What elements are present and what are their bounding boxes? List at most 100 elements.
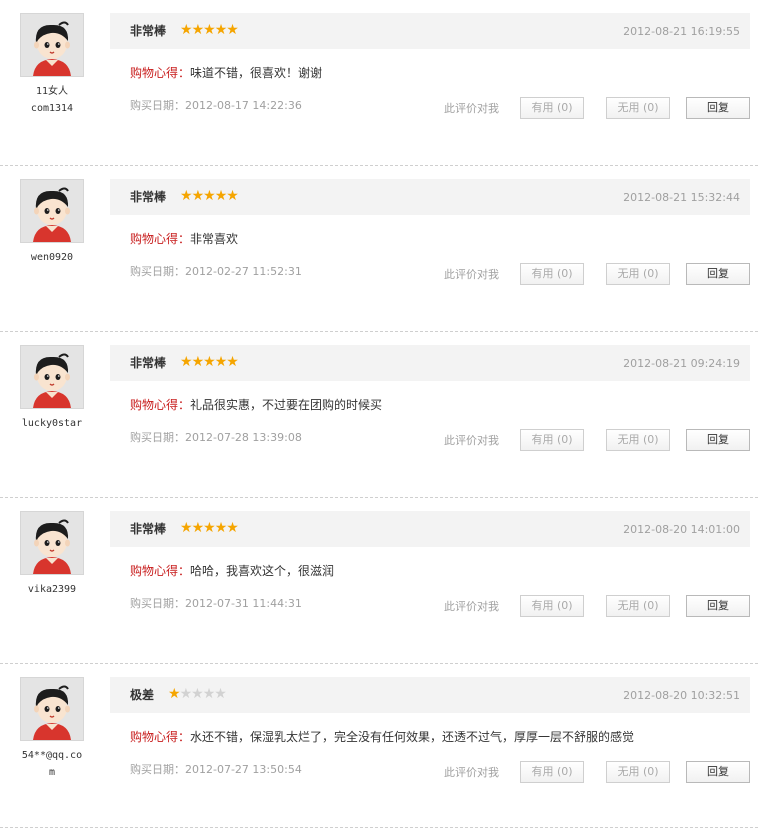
purchase-date-label: 购买日期： [130, 99, 185, 112]
review-item: 11女人 com1314 非常棒 ★★★★★ 2012-08-21 16:19:… [0, 0, 758, 166]
star-filled-icon: ★ [226, 22, 239, 38]
rating-label: 非常棒 [130, 522, 167, 536]
star-empty-icon: ★ [191, 686, 204, 702]
purchase-date: 购买日期：2012-07-28 13:39:08 [130, 431, 302, 445]
useless-count: (0) [642, 267, 659, 280]
avatar-illustration [21, 346, 83, 408]
star-filled-icon: ★ [191, 22, 205, 38]
review-header: 非常棒 ★★★★★ 2012-08-21 16:19:55 [110, 13, 750, 49]
reply-button[interactable]: 回复 [686, 263, 750, 285]
review-content: 购物心得：礼品很实惠，不过要在团购的时候买 [130, 398, 382, 412]
username[interactable]: vika2399 [10, 581, 94, 598]
experience-label: 购物心得： [130, 398, 191, 412]
user-avatar[interactable] [20, 677, 84, 741]
purchase-date: 购买日期：2012-02-27 11:52:31 [130, 265, 302, 279]
useful-count: (0) [556, 765, 573, 778]
star-filled-icon: ★ [180, 22, 193, 38]
username[interactable]: lucky0star [10, 415, 94, 432]
review-list: 11女人 com1314 非常棒 ★★★★★ 2012-08-21 16:19:… [0, 0, 758, 828]
purchase-date: 购买日期：2012-07-31 11:44:31 [130, 597, 302, 611]
purchase-date-value: 2012-07-31 11:44:31 [185, 597, 302, 610]
rating-label: 非常棒 [130, 190, 167, 204]
review-text: 水还不错，保湿乳太烂了，完全没有任何效果，还透不过气，厚厚一层不舒服的感觉 [190, 730, 635, 744]
experience-label: 购物心得： [130, 232, 191, 246]
useful-button-label: 有用 [531, 101, 554, 114]
purchase-date-value: 2012-02-27 11:52:31 [185, 265, 302, 278]
review-item: vika2399 非常棒 ★★★★★ 2012-08-20 14:01:00 购… [0, 498, 758, 664]
purchase-date-label: 购买日期： [130, 763, 185, 776]
useful-button[interactable]: 有用 (0) [520, 429, 584, 451]
useful-count: (0) [556, 101, 573, 114]
star-filled-icon: ★ [180, 520, 193, 536]
review-item: 54**@qq.co m 极差 ★★★★★ 2012-08-20 10:32:5… [0, 664, 758, 828]
useless-button[interactable]: 无用 (0) [606, 429, 670, 451]
username-line-1: wen0920 [30, 252, 74, 263]
username-line-1: vika2399 [27, 584, 77, 595]
user-avatar[interactable] [20, 511, 84, 575]
avatar-illustration [21, 512, 83, 574]
user-avatar[interactable] [20, 345, 84, 409]
username-line-1: 11女人 [35, 86, 69, 97]
purchase-date: 购买日期：2012-07-27 13:50:54 [130, 763, 302, 777]
useful-button[interactable]: 有用 (0) [520, 97, 584, 119]
username-line-1: lucky0star [21, 418, 83, 429]
review-content: 购物心得：哈哈，我喜欢这个，很滋润 [130, 564, 334, 578]
purchase-date-label: 购买日期： [130, 265, 185, 278]
username[interactable]: 11女人 com1314 [10, 83, 94, 117]
username[interactable]: wen0920 [10, 249, 94, 266]
user-avatar[interactable] [20, 179, 84, 243]
useless-button-label: 无用 [617, 765, 640, 778]
purchase-date-value: 2012-08-17 14:22:36 [185, 99, 302, 112]
star-filled-icon: ★ [191, 354, 205, 370]
useful-button[interactable]: 有用 (0) [520, 595, 584, 617]
reply-button[interactable]: 回复 [686, 595, 750, 617]
useful-button[interactable]: 有用 (0) [520, 263, 584, 285]
useless-button[interactable]: 无用 (0) [606, 761, 670, 783]
star-filled-icon: ★ [226, 354, 239, 370]
review-date: 2012-08-21 15:32:44 [623, 191, 740, 204]
review-item: lucky0star 非常棒 ★★★★★ 2012-08-21 09:24:19… [0, 332, 758, 498]
star-filled-icon: ★ [180, 188, 193, 204]
review-date: 2012-08-21 09:24:19 [623, 357, 740, 370]
avatar-illustration [21, 14, 83, 76]
useful-question: 此评价对我 [444, 600, 499, 613]
star-filled-icon: ★ [203, 188, 216, 204]
review-date: 2012-08-21 16:19:55 [623, 25, 740, 38]
purchase-date-label: 购买日期： [130, 597, 185, 610]
rating-stars: ★★★★★ [180, 520, 239, 536]
useful-button-label: 有用 [531, 267, 554, 280]
useful-count: (0) [556, 267, 573, 280]
review-header: 极差 ★★★★★ 2012-08-20 10:32:51 [110, 677, 750, 713]
reply-button[interactable]: 回复 [686, 429, 750, 451]
star-filled-icon: ★ [214, 520, 228, 536]
rating-label: 极差 [130, 688, 155, 702]
useless-button[interactable]: 无用 (0) [606, 263, 670, 285]
username[interactable]: 54**@qq.co m [10, 747, 94, 781]
review-text: 哈哈，我喜欢这个，很滋润 [190, 564, 335, 578]
star-filled-icon: ★ [191, 188, 205, 204]
experience-label: 购物心得： [130, 66, 191, 80]
rating-label: 非常棒 [130, 24, 167, 38]
rating-stars: ★★★★★ [180, 22, 239, 38]
star-filled-icon: ★ [191, 520, 205, 536]
rating-stars: ★★★★★ [180, 354, 239, 370]
useful-button-label: 有用 [531, 433, 554, 446]
useless-button-label: 无用 [617, 599, 640, 612]
star-filled-icon: ★ [226, 188, 239, 204]
purchase-date-label: 购买日期： [130, 431, 185, 444]
useless-button[interactable]: 无用 (0) [606, 595, 670, 617]
experience-label: 购物心得： [130, 564, 191, 578]
star-filled-icon: ★ [214, 22, 228, 38]
user-avatar[interactable] [20, 13, 84, 77]
useless-button-label: 无用 [617, 267, 640, 280]
username-line-1: 54**@qq.co [21, 750, 83, 761]
useful-question: 此评价对我 [444, 102, 499, 115]
purchase-date-value: 2012-07-28 13:39:08 [185, 431, 302, 444]
useful-button[interactable]: 有用 (0) [520, 761, 584, 783]
useless-button-label: 无用 [617, 101, 640, 114]
useless-button[interactable]: 无用 (0) [606, 97, 670, 119]
reply-button[interactable]: 回复 [686, 761, 750, 783]
reply-button[interactable]: 回复 [686, 97, 750, 119]
useless-count: (0) [642, 101, 659, 114]
star-filled-icon: ★ [214, 354, 228, 370]
